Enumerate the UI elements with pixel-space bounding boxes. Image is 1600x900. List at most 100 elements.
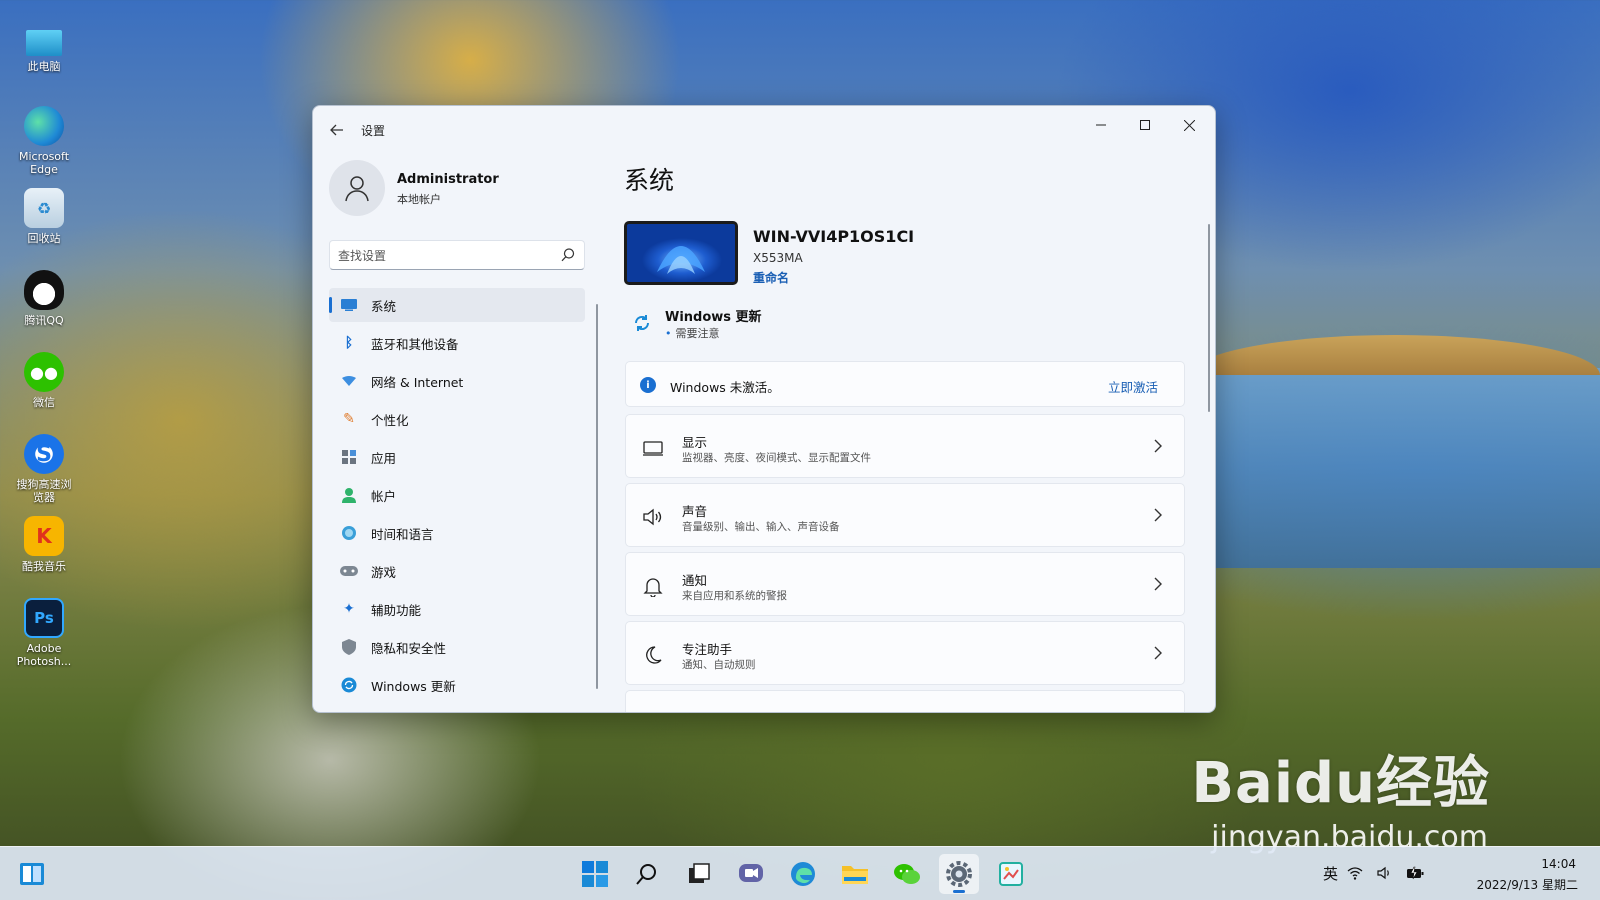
desktop-icon-sogou[interactable]: S 搜狗高速浏览器 [8,434,80,516]
nav-item-network[interactable]: 网络 & Internet [329,364,585,398]
settings-nav: 系统 ᛒ 蓝牙和其他设备 网络 & Internet ✎ 个性化 应用 帐户 时… [329,288,585,706]
windows-update-title[interactable]: Windows 更新 [665,306,762,325]
nav-item-accessibility[interactable]: ✦ 辅助功能 [329,592,585,626]
avatar [329,160,385,216]
bluetooth-icon: ᛒ [344,335,354,351]
desktop-icon-this-pc[interactable]: 此电脑 [8,24,80,106]
paint-icon [999,862,1023,886]
gear-icon [946,861,972,887]
desktop-icon-label: Microsoft Edge [18,150,70,176]
desktop-icon-wechat[interactable]: ●● 微信 [8,352,80,434]
volume-icon[interactable] [1376,864,1394,882]
settings-row-sound[interactable]: 声音 音量级别、输出、输入、声音设备 [625,483,1185,547]
sogou-browser-icon: S [24,434,64,474]
taskbar: 英 14:04 2022/9/13 星期二 [0,846,1600,900]
desktop-icon-photoshop[interactable]: Ps Adobe Photosh... [8,598,80,680]
taskbar-search-button[interactable] [627,854,667,894]
row-title: 显示 [682,435,708,450]
wallpaper-lake [1190,368,1600,568]
accounts-icon [339,485,359,505]
row-title: 通知 [682,573,708,588]
focus-assist-icon [646,646,662,664]
nav-item-bluetooth[interactable]: ᛒ 蓝牙和其他设备 [329,326,585,360]
nav-item-time-language[interactable]: 时间和语言 [329,516,585,550]
input-method-indicator[interactable]: 英 [1323,863,1338,884]
user-profile[interactable]: Administrator 本地帐户 [329,160,589,220]
nav-item-windows-update[interactable]: Windows 更新 [329,668,585,702]
activation-text: Windows 未激活。 [670,380,780,395]
system-tray: 英 14:04 2022/9/13 星期二 [1240,847,1600,900]
display-icon [643,441,663,456]
battery-charging-icon[interactable] [1406,864,1424,882]
settings-row-display[interactable]: 显示 监视器、亮度、夜间模式、显示配置文件 [625,414,1185,478]
edge-icon [791,862,815,886]
start-button[interactable] [575,854,615,894]
app-title: 设置 [361,124,386,138]
baidu-watermark: Baidu经验 [1191,751,1490,816]
desktop-icon-qq[interactable]: 腾讯QQ [8,270,80,352]
windows-update-icon [339,675,359,695]
task-view-icon [689,863,710,883]
paint-app-button[interactable] [991,854,1031,894]
personalization-icon: ✎ [343,411,355,427]
back-arrow-icon [330,124,343,136]
teams-chat-icon [739,864,763,882]
nav-item-system[interactable]: 系统 [329,288,585,322]
nav-item-apps[interactable]: 应用 [329,440,585,474]
task-view-button[interactable] [679,854,719,894]
settings-row-notifications[interactable]: 通知 来自应用和系统的警报 [625,552,1185,616]
activation-banner: i Windows 未激活。 立即激活 [625,361,1185,407]
nav-item-label: 系统 [371,298,397,314]
wifi-icon[interactable] [1346,864,1364,882]
tray-icons[interactable] [1346,864,1424,882]
widgets-button[interactable] [18,860,46,888]
file-explorer-button[interactable] [835,854,875,894]
title-bar[interactable]: 设置 [313,106,1215,150]
desktop-icon-recycle-bin[interactable]: ♻ 回收站 [8,188,80,270]
close-icon [1183,119,1195,131]
nav-scrollbar[interactable] [596,304,598,689]
maximize-button[interactable] [1123,110,1167,140]
device-name: WIN-VVI4P1OS1CI [753,227,915,246]
nav-item-gaming[interactable]: 游戏 [329,554,585,588]
nav-item-personalization[interactable]: ✎ 个性化 [329,402,585,436]
network-icon [339,371,359,391]
back-button[interactable] [325,118,349,142]
nav-item-label: 时间和语言 [371,526,434,542]
search-input[interactable] [338,246,548,266]
row-title: 声音 [682,504,708,519]
row-title: 专注助手 [682,642,733,657]
nav-item-privacy[interactable]: 隐私和安全性 [329,630,585,664]
activate-now-link[interactable]: 立即激活 [1108,377,1158,396]
content-scrollbar[interactable] [1208,224,1210,412]
nav-item-label: 蓝牙和其他设备 [371,336,459,352]
nav-item-label: Windows 更新 [371,678,456,694]
taskbar-wechat-button[interactable] [887,854,927,894]
edge-icon [24,106,64,146]
page-title: 系统 [624,166,675,195]
settings-row-focus-assist[interactable]: 专注助手 通知、自动规则 [625,621,1185,685]
desktop-icon-kuwo[interactable]: K 酷我音乐 [8,516,80,598]
settings-row-partial[interactable] [625,690,1185,712]
desktop-icon-label: 腾讯QQ [24,314,64,327]
minimize-button[interactable] [1079,110,1123,140]
rename-link[interactable]: 重命名 [753,269,789,286]
desktop-icon-edge[interactable]: Microsoft Edge [8,106,80,188]
nav-item-label: 游戏 [371,564,397,580]
desktop-icon-label: 回收站 [27,232,61,245]
desktop-icon-label: 此电脑 [27,60,61,73]
desktop-icon-label: 搜狗高速浏览器 [16,478,72,504]
teams-chat-button[interactable] [731,854,771,894]
settings-search[interactable] [329,240,585,270]
taskbar-settings-button[interactable] [939,854,979,894]
nav-item-label: 辅助功能 [371,602,422,618]
profile-account-type: 本地帐户 [397,193,441,206]
taskbar-edge-button[interactable] [783,854,823,894]
nav-item-label: 帐户 [371,488,397,504]
close-button[interactable] [1167,110,1211,140]
nav-item-accounts[interactable]: 帐户 [329,478,585,512]
clock-date[interactable]: 2022/9/13 星期二 [1477,876,1578,893]
desktop-icon-column: 此电脑 Microsoft Edge ♻ 回收站 腾讯QQ ●● 微信 S 搜狗… [8,24,80,680]
clock-time[interactable]: 14:04 [1541,857,1576,871]
desktop-icon-label: 微信 [33,396,55,409]
